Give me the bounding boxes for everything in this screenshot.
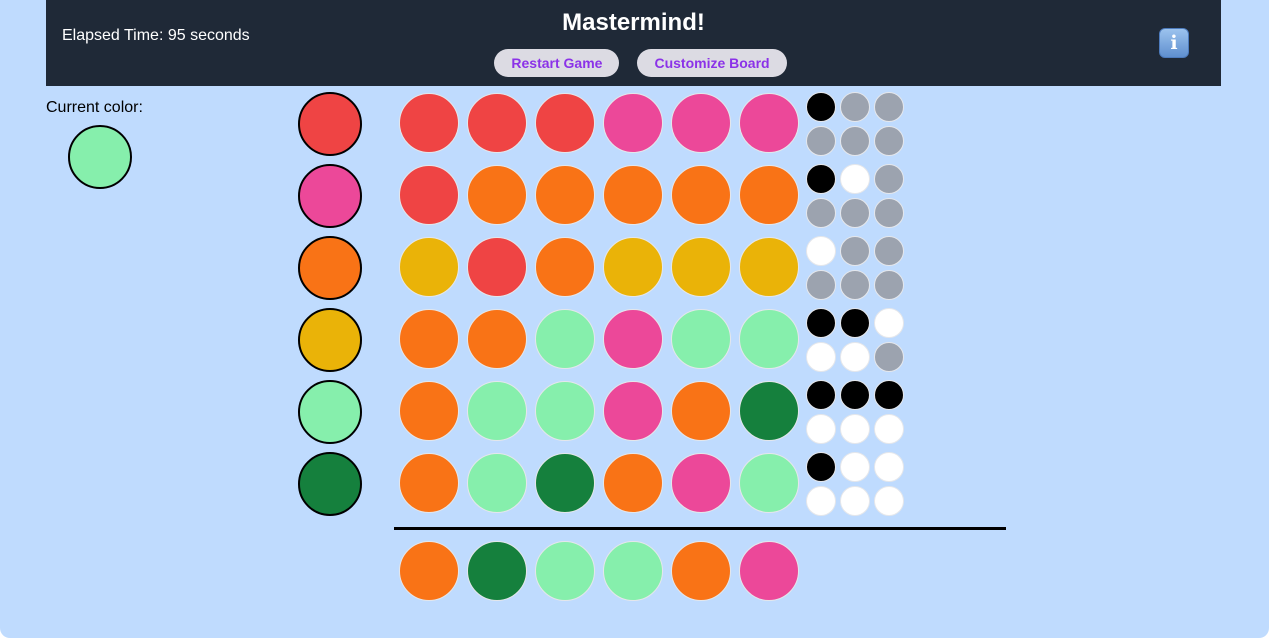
feedback-peg-white bbox=[840, 414, 870, 444]
feedback-peg-black bbox=[874, 380, 904, 410]
feedback-peg-white bbox=[874, 414, 904, 444]
guess-peg[interactable] bbox=[535, 381, 595, 441]
feedback-peg-empty bbox=[874, 270, 904, 300]
palette-color-orange[interactable] bbox=[298, 236, 362, 300]
palette-color-red[interactable] bbox=[298, 92, 362, 156]
guess-peg[interactable] bbox=[739, 381, 799, 441]
guess-peg[interactable] bbox=[535, 93, 595, 153]
feedback-peg-empty bbox=[874, 342, 904, 372]
guess-peg[interactable] bbox=[671, 93, 731, 153]
feedback-peg-empty bbox=[874, 92, 904, 122]
guess-peg[interactable] bbox=[399, 165, 459, 225]
secret-peg bbox=[739, 541, 799, 601]
feedback-peg-black bbox=[806, 452, 836, 482]
feedback-peg-black bbox=[806, 92, 836, 122]
guess-peg[interactable] bbox=[739, 309, 799, 369]
feedback-peg-white bbox=[806, 414, 836, 444]
feedback-peg-empty bbox=[840, 198, 870, 228]
guess-peg[interactable] bbox=[671, 237, 731, 297]
feedback-peg-white bbox=[874, 452, 904, 482]
feedback-peg-white bbox=[840, 164, 870, 194]
guess-peg[interactable] bbox=[535, 237, 595, 297]
current-color-label: Current color: bbox=[46, 99, 143, 116]
feedback-peg-black bbox=[840, 380, 870, 410]
palette-color-lightgreen[interactable] bbox=[298, 380, 362, 444]
guess-peg[interactable] bbox=[467, 237, 527, 297]
header-bar: Elapsed Time: 95 seconds Mastermind! Res… bbox=[46, 0, 1221, 86]
secret-peg bbox=[535, 541, 595, 601]
customize-board-button[interactable]: Customize Board bbox=[637, 49, 787, 77]
guess-peg[interactable] bbox=[399, 93, 459, 153]
guess-peg[interactable] bbox=[399, 453, 459, 513]
feedback-peg-empty bbox=[806, 126, 836, 156]
feedback-peg-black bbox=[840, 308, 870, 338]
feedback-peg-empty bbox=[874, 236, 904, 266]
guess-peg[interactable] bbox=[399, 381, 459, 441]
feedback-peg-empty bbox=[840, 126, 870, 156]
guess-peg[interactable] bbox=[671, 453, 731, 513]
guess-peg[interactable] bbox=[467, 165, 527, 225]
guess-peg[interactable] bbox=[603, 381, 663, 441]
guess-peg[interactable] bbox=[535, 165, 595, 225]
feedback-peg-empty bbox=[840, 92, 870, 122]
feedback-peg-empty bbox=[806, 198, 836, 228]
secret-peg bbox=[603, 541, 663, 601]
game-title: Mastermind! bbox=[562, 9, 705, 36]
secret-peg bbox=[671, 541, 731, 601]
feedback-peg-white bbox=[840, 486, 870, 516]
guess-peg[interactable] bbox=[535, 453, 595, 513]
palette-color-yellow[interactable] bbox=[298, 308, 362, 372]
guess-peg[interactable] bbox=[535, 309, 595, 369]
feedback-peg-empty bbox=[874, 126, 904, 156]
feedback-peg-empty bbox=[874, 198, 904, 228]
feedback-peg-white bbox=[874, 486, 904, 516]
guess-peg[interactable] bbox=[739, 237, 799, 297]
feedback-peg-white bbox=[806, 236, 836, 266]
secret-peg bbox=[399, 541, 459, 601]
information-icon[interactable]: i bbox=[1159, 28, 1189, 58]
guess-peg[interactable] bbox=[467, 309, 527, 369]
current-color-swatch bbox=[68, 125, 132, 189]
restart-game-button[interactable]: Restart Game bbox=[494, 49, 620, 77]
secret-peg bbox=[467, 541, 527, 601]
guess-peg[interactable] bbox=[603, 453, 663, 513]
feedback-peg-empty bbox=[840, 236, 870, 266]
feedback-peg-white bbox=[806, 342, 836, 372]
game-app: Elapsed Time: 95 seconds Mastermind! Res… bbox=[0, 0, 1269, 638]
guess-peg[interactable] bbox=[671, 165, 731, 225]
feedback-peg-white bbox=[840, 342, 870, 372]
guess-peg[interactable] bbox=[467, 453, 527, 513]
guess-peg[interactable] bbox=[603, 165, 663, 225]
guess-peg[interactable] bbox=[739, 453, 799, 513]
feedback-peg-white bbox=[840, 452, 870, 482]
feedback-peg-black bbox=[806, 308, 836, 338]
guess-peg[interactable] bbox=[603, 237, 663, 297]
feedback-peg-empty bbox=[840, 270, 870, 300]
guess-peg[interactable] bbox=[603, 309, 663, 369]
board-divider bbox=[394, 527, 1006, 530]
palette-color-darkgreen[interactable] bbox=[298, 452, 362, 516]
palette-color-pink[interactable] bbox=[298, 164, 362, 228]
feedback-peg-black bbox=[806, 164, 836, 194]
guess-peg[interactable] bbox=[739, 165, 799, 225]
guess-peg[interactable] bbox=[739, 93, 799, 153]
feedback-peg-empty bbox=[874, 164, 904, 194]
feedback-peg-white bbox=[806, 486, 836, 516]
guess-peg[interactable] bbox=[603, 93, 663, 153]
guess-peg[interactable] bbox=[671, 309, 731, 369]
header-actions: Restart Game Customize Board bbox=[46, 49, 1221, 77]
feedback-peg-white bbox=[874, 308, 904, 338]
feedback-peg-black bbox=[806, 380, 836, 410]
feedback-peg-empty bbox=[806, 270, 836, 300]
guess-peg[interactable] bbox=[467, 381, 527, 441]
guess-peg[interactable] bbox=[399, 309, 459, 369]
guess-peg[interactable] bbox=[467, 93, 527, 153]
guess-peg[interactable] bbox=[671, 381, 731, 441]
guess-peg[interactable] bbox=[399, 237, 459, 297]
